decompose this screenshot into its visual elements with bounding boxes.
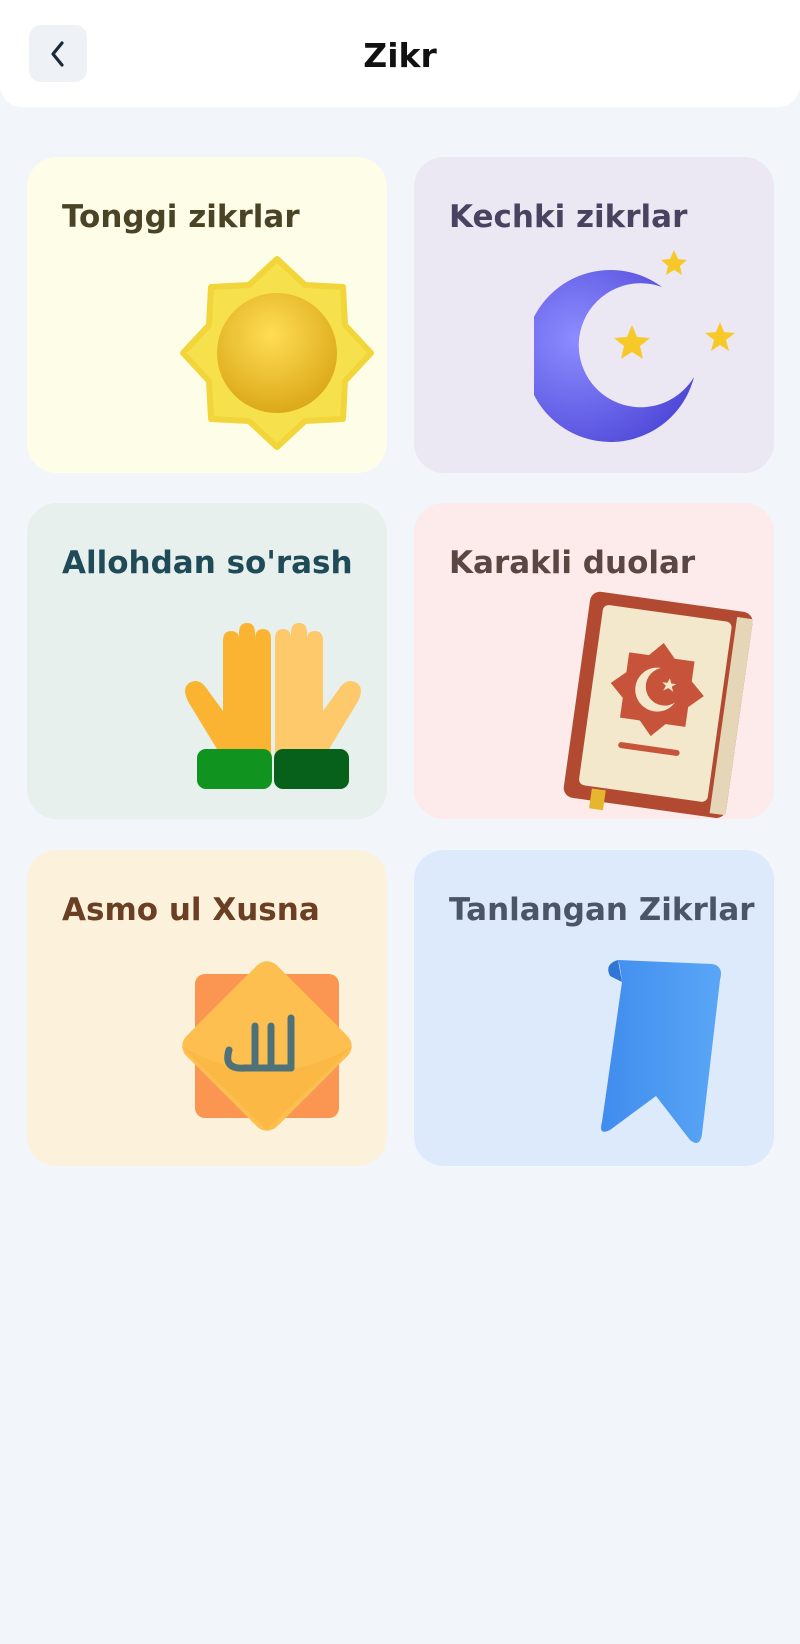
card-label: Asmo ul Xusna: [62, 892, 320, 928]
card-tanlangan-zikrlar[interactable]: Tanlangan Zikrlar: [414, 850, 774, 1166]
app-header: Zikr: [0, 0, 800, 107]
praying-hands-icon: [185, 623, 361, 789]
card-asmo-ul-xusna[interactable]: Asmo ul Xusna: [27, 850, 387, 1166]
card-label: Allohdan so'rash: [62, 545, 353, 581]
card-label: Tonggi zikrlar: [62, 199, 300, 235]
card-allohdan-sorash[interactable]: Allohdan so'rash: [27, 503, 387, 819]
bookmark-icon: [601, 960, 721, 1143]
sun-icon: [180, 256, 374, 450]
crescent-moon-icon: [534, 250, 735, 442]
card-tonggi-zikrlar[interactable]: Tonggi zikrlar: [27, 157, 387, 473]
card-label: Kechki zikrlar: [449, 199, 688, 235]
card-kechki-zikrlar[interactable]: Kechki zikrlar: [414, 157, 774, 473]
page-title: Zikr: [363, 36, 437, 75]
allah-calligraphy-icon: [181, 961, 353, 1131]
card-label: Karakli duolar: [449, 545, 696, 581]
card-label: Tanlangan Zikrlar: [449, 892, 755, 928]
card-karakli-duolar[interactable]: Karakli duolar: [414, 503, 774, 819]
quran-book-icon: [563, 591, 753, 818]
